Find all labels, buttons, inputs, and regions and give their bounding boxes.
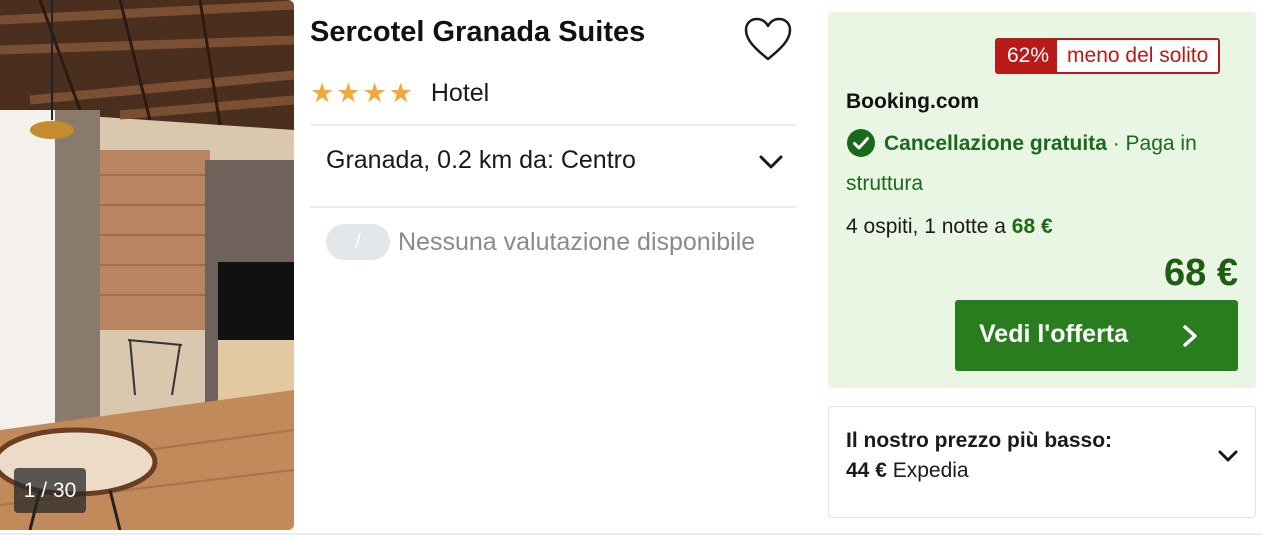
lowest-price-label: Il nostro prezzo più basso: [846, 429, 1113, 452]
rating-row: ★ ★ ★ ★ Hotel [310, 76, 489, 110]
star-icon: ★ [388, 78, 413, 108]
divider [310, 124, 796, 126]
chevron-down-icon[interactable] [758, 154, 784, 172]
hotel-name[interactable]: Sercotel Granada Suites [310, 16, 645, 49]
rating-text: Nessuna valutazione disponibile [398, 228, 756, 256]
view-deal-button[interactable]: Vedi l'offerta [955, 300, 1238, 371]
discount-label: meno del solito [1057, 40, 1219, 72]
heart-icon[interactable] [743, 16, 793, 64]
rating-badge: / [326, 224, 390, 260]
discount-percent: 62% [997, 40, 1058, 72]
chevron-down-icon[interactable] [1217, 449, 1239, 465]
hotel-photo-image [0, 0, 294, 530]
chevron-right-icon [1181, 324, 1199, 348]
lowest-price-value: 44 € [846, 459, 887, 482]
guests-price: 68 € [1011, 215, 1053, 238]
provider-name: Booking.com [846, 90, 980, 113]
hotel-photo[interactable]: 1 / 30 [0, 0, 294, 530]
free-cancellation-text: Cancellazione gratuita [884, 132, 1107, 155]
location-text[interactable]: Granada, 0.2 km da: Centro [326, 146, 636, 175]
lowest-price-provider: Expedia [892, 459, 969, 482]
photo-counter: 1 / 30 [14, 468, 86, 513]
divider [0, 533, 1262, 535]
deal-price: 68 € [1164, 252, 1238, 294]
cancellation-info: Cancellazione gratuita · Paga in struttu… [846, 124, 1241, 204]
check-circle-icon [846, 128, 876, 158]
star-icon: ★ [310, 78, 335, 108]
star-icon: ★ [362, 78, 387, 108]
star-icon: ★ [336, 78, 361, 108]
guests-info: 4 ospiti, 1 notte a 68 € [846, 215, 1053, 239]
star-rating-icons: ★ ★ ★ ★ [310, 78, 413, 108]
discount-badge: 62% meno del solito [995, 38, 1221, 74]
view-deal-label: Vedi l'offerta [979, 320, 1129, 348]
deal-card: 62% meno del solito Booking.com Cancella… [828, 12, 1256, 388]
hotel-info: Sercotel Granada Suites ★ ★ ★ ★ Hotel Gr… [310, 0, 796, 530]
lowest-price-line: 44 € Expedia [846, 459, 969, 483]
lowest-price-card[interactable]: Il nostro prezzo più basso: 44 € Expedia [828, 406, 1256, 518]
accommodation-type: Hotel [430, 78, 490, 107]
divider [310, 206, 796, 208]
guests-text: 4 ospiti, 1 notte a [846, 215, 1012, 238]
